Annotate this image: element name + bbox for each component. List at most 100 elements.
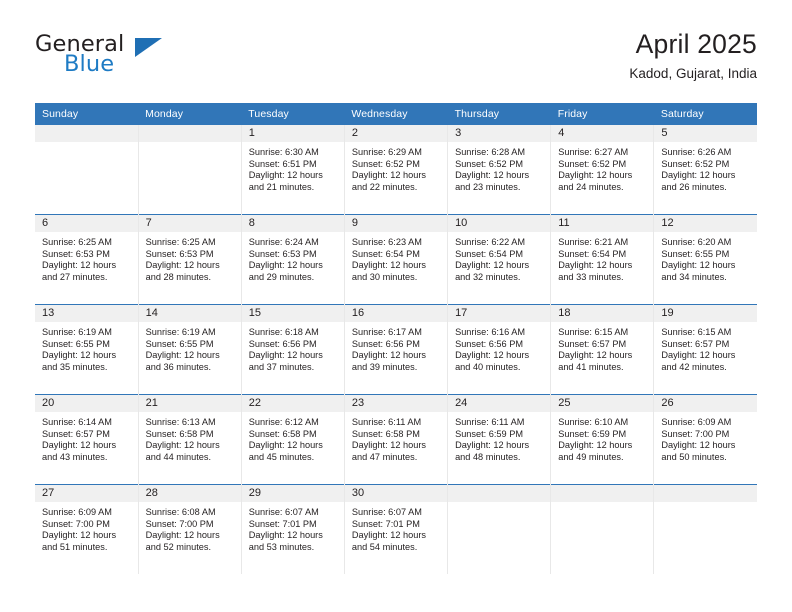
calendar-day-cell[interactable]: 23 Sunrise: 6:11 AM Sunset: 6:58 PM Dayligh… <box>343 394 449 485</box>
day-detail-line: Daylight: 12 hours <box>145 440 220 451</box>
day-number: 9 <box>344 215 448 232</box>
day-details: Sunrise: 6:12 AM Sunset: 6:58 PM Daylight:… <box>242 412 344 463</box>
triangle-icon <box>135 38 162 57</box>
day-details: Sunrise: 6:23 AM Sunset: 6:54 PM Daylight:… <box>345 232 447 283</box>
day-detail-line: Daylight: 12 hours <box>661 350 736 361</box>
calendar-day-cell[interactable]: 15 Sunrise: 6:18 AM Sunset: 6:56 PM Dayligh… <box>240 304 345 395</box>
day-detail-line: and 41 minutes. <box>558 361 624 372</box>
calendar-day-cell-empty <box>447 484 552 574</box>
day-detail-line: Sunset: 6:55 PM <box>42 338 110 349</box>
calendar-day-cell[interactable]: 17 Sunrise: 6:16 AM Sunset: 6:56 PM Dayligh… <box>447 304 552 395</box>
day-detail-line: Sunrise: 6:09 AM <box>42 507 112 517</box>
day-number: 7 <box>138 215 241 232</box>
day-detail-line: Sunrise: 6:24 AM <box>248 237 319 247</box>
day-detail-line: and 45 minutes. <box>248 451 315 462</box>
calendar-day-cell[interactable]: 22 Sunrise: 6:12 AM Sunset: 6:58 PM Dayligh… <box>240 394 345 485</box>
calendar-day-cell[interactable]: 13 Sunrise: 6:19 AM Sunset: 6:55 PM Dayligh… <box>35 304 139 395</box>
calendar-table: Sunday Monday Tuesday Wednesday Thursday Frid… <box>35 103 757 574</box>
calendar-day-cell[interactable]: 6 Sunrise: 6:25 AM Sunset: 6:53 PM Daylight… <box>35 214 139 305</box>
day-detail-line: Daylight: 12 hours <box>248 350 323 361</box>
day-number <box>448 485 551 502</box>
day-detail-line: and 33 minutes. <box>558 271 624 282</box>
day-detail-line: Sunset: 6:52 PM <box>351 158 420 169</box>
calendar-day-cell[interactable]: 20 Sunrise: 6:14 AM Sunset: 6:57 PM Dayligh… <box>35 394 139 485</box>
calendar-day-cell[interactable]: 5 Sunrise: 6:26 AM Sunset: 6:52 PM Daylight… <box>653 125 757 215</box>
calendar-day-cell[interactable]: 8 Sunrise: 6:24 AM Sunset: 6:53 PM Daylight… <box>240 214 345 305</box>
calendar-week-row: 6 Sunrise: 6:25 AM Sunset: 6:53 PM Daylight… <box>35 214 757 305</box>
day-detail-line: Sunset: 6:58 PM <box>351 428 420 439</box>
day-detail-line: Sunset: 6:55 PM <box>661 248 730 259</box>
day-detail-line: and 42 minutes. <box>661 361 727 372</box>
day-detail-line: Sunset: 6:57 PM <box>558 338 627 349</box>
brand-logo[interactable]: General Blue <box>35 32 255 88</box>
weekday-header-saturday: Saturday <box>653 103 757 125</box>
day-detail-line: Sunrise: 6:14 AM <box>42 417 112 427</box>
day-details: Sunrise: 6:07 AM Sunset: 7:01 PM Daylight:… <box>345 502 447 553</box>
day-detail-line: Daylight: 12 hours <box>455 170 530 181</box>
day-detail-line: and 28 minutes. <box>145 271 212 282</box>
calendar-day-cell[interactable]: 30 Sunrise: 6:07 AM Sunset: 7:01 PM Dayligh… <box>343 484 449 574</box>
day-detail-line: Daylight: 12 hours <box>145 260 220 271</box>
calendar-day-cell[interactable]: 29 Sunrise: 6:07 AM Sunset: 7:01 PM Dayligh… <box>240 484 345 574</box>
calendar-day-cell[interactable]: 16 Sunrise: 6:17 AM Sunset: 6:56 PM Dayligh… <box>343 304 449 395</box>
calendar-day-cell[interactable]: 24 Sunrise: 6:11 AM Sunset: 6:59 PM Dayligh… <box>447 394 552 485</box>
day-detail-line: Sunrise: 6:11 AM <box>455 417 525 427</box>
day-detail-line: and 47 minutes. <box>351 451 418 462</box>
calendar-day-cell[interactable]: 2 Sunrise: 6:29 AM Sunset: 6:52 PM Daylight… <box>343 125 449 215</box>
calendar-day-cell[interactable]: 27 Sunrise: 6:09 AM Sunset: 7:00 PM Dayligh… <box>35 484 139 574</box>
day-number <box>551 485 654 502</box>
day-details: Sunrise: 6:21 AM Sunset: 6:54 PM Daylight:… <box>551 232 653 283</box>
day-detail-line: Sunset: 6:55 PM <box>145 338 214 349</box>
day-number: 21 <box>138 395 241 412</box>
calendar-day-cell[interactable]: 21 Sunrise: 6:13 AM Sunset: 6:58 PM Dayligh… <box>137 394 242 485</box>
day-details: Sunrise: 6:09 AM Sunset: 7:00 PM Daylight:… <box>654 412 757 463</box>
day-number: 8 <box>241 215 344 232</box>
calendar-day-cell[interactable]: 14 Sunrise: 6:19 AM Sunset: 6:55 PM Dayligh… <box>137 304 242 395</box>
calendar-week-row: 1 Sunrise: 6:30 AM Sunset: 6:51 PM Daylight… <box>35 125 757 215</box>
calendar-day-cell[interactable]: 28 Sunrise: 6:08 AM Sunset: 7:00 PM Dayligh… <box>137 484 242 574</box>
calendar-day-cell[interactable]: 1 Sunrise: 6:30 AM Sunset: 6:51 PM Daylight… <box>240 125 345 215</box>
day-detail-line: Sunrise: 6:21 AM <box>558 237 629 247</box>
day-details: Sunrise: 6:08 AM Sunset: 7:00 PM Daylight:… <box>139 502 241 553</box>
day-detail-line: and 49 minutes. <box>558 451 624 462</box>
day-number: 27 <box>35 485 138 502</box>
day-detail-line: and 35 minutes. <box>42 361 108 372</box>
brand-name-blue: Blue <box>64 51 115 77</box>
day-detail-line: Sunset: 6:51 PM <box>248 158 317 169</box>
day-number: 30 <box>344 485 448 502</box>
day-detail-line: Sunrise: 6:07 AM <box>248 507 319 517</box>
day-details: Sunrise: 6:27 AM Sunset: 6:52 PM Daylight:… <box>551 142 653 193</box>
calendar-day-cell[interactable]: 18 Sunrise: 6:15 AM Sunset: 6:57 PM Dayligh… <box>550 304 655 395</box>
day-details <box>35 142 138 147</box>
day-number: 24 <box>448 395 551 412</box>
calendar-day-cell[interactable]: 26 Sunrise: 6:09 AM Sunset: 7:00 PM Dayligh… <box>653 394 757 485</box>
day-detail-line: and 22 minutes. <box>351 181 418 192</box>
calendar-day-cell[interactable]: 9 Sunrise: 6:23 AM Sunset: 6:54 PM Daylight… <box>343 214 449 305</box>
calendar-day-cell[interactable]: 7 Sunrise: 6:25 AM Sunset: 6:53 PM Daylight… <box>137 214 242 305</box>
calendar-day-cell[interactable]: 10 Sunrise: 6:22 AM Sunset: 6:54 PM Dayligh… <box>447 214 552 305</box>
day-details: Sunrise: 6:25 AM Sunset: 6:53 PM Daylight:… <box>35 232 138 283</box>
calendar-day-cell[interactable]: 25 Sunrise: 6:10 AM Sunset: 6:59 PM Dayligh… <box>550 394 655 485</box>
day-details: Sunrise: 6:14 AM Sunset: 6:57 PM Daylight:… <box>35 412 138 463</box>
day-detail-line: and 32 minutes. <box>455 271 521 282</box>
day-detail-line: Daylight: 12 hours <box>455 350 530 361</box>
calendar-day-cell[interactable]: 11 Sunrise: 6:21 AM Sunset: 6:54 PM Dayligh… <box>550 214 655 305</box>
day-number: 4 <box>551 125 654 142</box>
calendar-day-cell[interactable]: 19 Sunrise: 6:15 AM Sunset: 6:57 PM Dayligh… <box>653 304 757 395</box>
day-detail-line: Sunset: 6:59 PM <box>558 428 627 439</box>
day-detail-line: and 39 minutes. <box>351 361 418 372</box>
day-detail-line: Sunrise: 6:13 AM <box>145 417 216 427</box>
day-detail-line: Sunrise: 6:16 AM <box>455 327 526 337</box>
day-detail-line: Sunrise: 6:22 AM <box>455 237 526 247</box>
day-detail-line: Daylight: 12 hours <box>661 170 736 181</box>
calendar-day-cell[interactable]: 12 Sunrise: 6:20 AM Sunset: 6:55 PM Dayligh… <box>653 214 757 305</box>
calendar-day-cell[interactable]: 3 Sunrise: 6:28 AM Sunset: 6:52 PM Daylight… <box>447 125 552 215</box>
day-detail-line: Sunrise: 6:27 AM <box>558 147 629 157</box>
page-header: General Blue April 2025 Kadod, Gujarat, … <box>35 28 757 90</box>
day-details: Sunrise: 6:09 AM Sunset: 7:00 PM Daylight:… <box>35 502 138 553</box>
day-detail-line: Sunrise: 6:30 AM <box>248 147 319 157</box>
calendar-day-cell-empty <box>550 484 655 574</box>
calendar-day-cell[interactable]: 4 Sunrise: 6:27 AM Sunset: 6:52 PM Daylight… <box>550 125 655 215</box>
calendar-week-row: 27 Sunrise: 6:09 AM Sunset: 7:00 PM Dayligh… <box>35 484 757 574</box>
day-detail-line: and 34 minutes. <box>661 271 727 282</box>
